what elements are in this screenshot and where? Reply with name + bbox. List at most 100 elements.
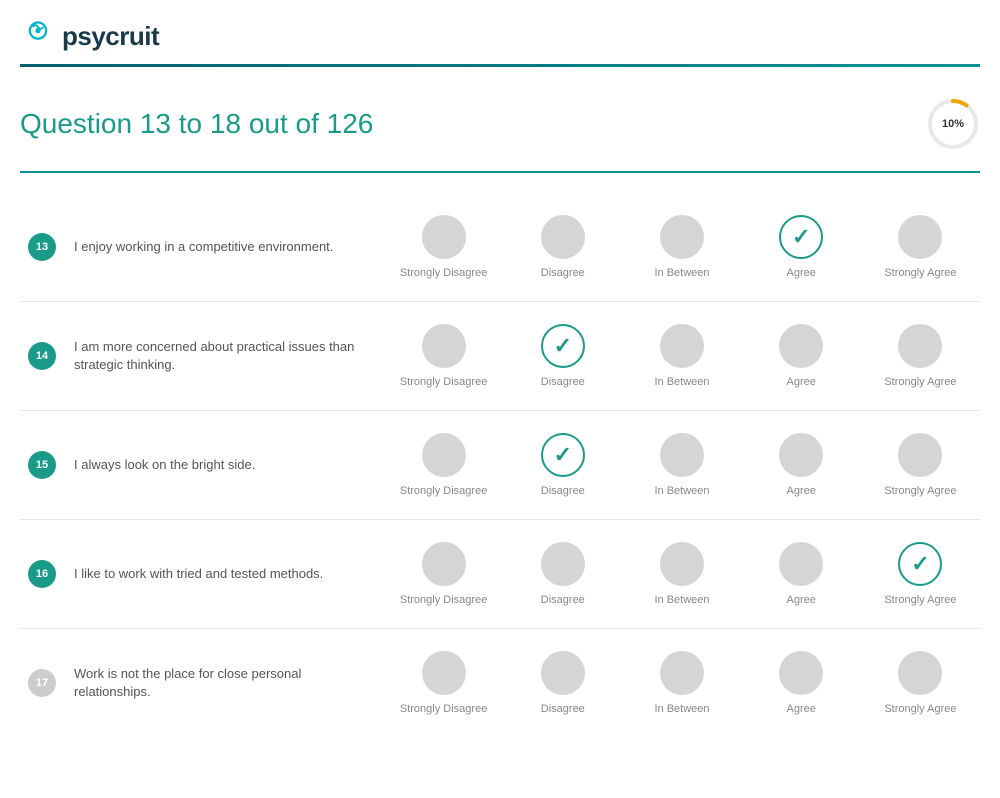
question-number-col: 14 <box>20 342 64 370</box>
option-cell: Strongly Agree <box>861 320 980 392</box>
option-label: In Between <box>654 485 709 497</box>
question-row: 13I enjoy working in a competitive envir… <box>20 193 980 302</box>
option-circle-strongly-disagree[interactable] <box>422 433 466 477</box>
option-cell: Strongly Disagree <box>384 211 503 283</box>
progress-circle: 10% <box>926 97 980 151</box>
question-text: I am more concerned about practical issu… <box>74 338 374 374</box>
progress-circle-wrapper: 10% <box>926 97 980 151</box>
option-circle-in-between[interactable] <box>660 542 704 586</box>
option-circle-agree[interactable] <box>779 651 823 695</box>
option-circle-strongly-disagree[interactable] <box>422 324 466 368</box>
question-number-bubble: 15 <box>28 451 56 479</box>
option-cell: In Between <box>622 647 741 719</box>
option-circle-in-between[interactable] <box>660 215 704 259</box>
options-col: Strongly Disagree ✓ Disagree In Between Agre… <box>384 320 980 392</box>
option-circle-in-between[interactable] <box>660 324 704 368</box>
option-cell: ✓Disagree <box>503 429 622 501</box>
option-circle-in-between[interactable] <box>660 433 704 477</box>
question-row: 14 I am more concerned about practical is… <box>20 302 980 411</box>
option-label: Agree <box>787 267 816 279</box>
option-cell: Strongly Disagree <box>384 538 503 610</box>
options-col: Strongly Disagree✓Disagree In Between Agre… <box>384 429 980 501</box>
option-circle-disagree[interactable] <box>541 651 585 695</box>
option-circle-in-between[interactable] <box>660 651 704 695</box>
option-circle-disagree[interactable] <box>541 542 585 586</box>
option-circle-agree[interactable]: ✓ <box>779 215 823 259</box>
option-label: In Between <box>654 267 709 279</box>
option-label: Disagree <box>541 376 585 388</box>
option-label: Strongly Disagree <box>400 703 487 715</box>
option-cell: Strongly Agree <box>861 429 980 501</box>
question-text: I always look on the bright side. <box>74 456 374 474</box>
checkmark-icon: ✓ <box>792 226 810 248</box>
option-circle-strongly-agree[interactable] <box>898 324 942 368</box>
question-row: 17 Work is not the place for close person… <box>20 629 980 737</box>
option-cell: Strongly Agree <box>861 211 980 283</box>
option-label: Strongly Disagree <box>400 267 487 279</box>
option-label: Agree <box>787 594 816 606</box>
option-cell: Strongly Disagree <box>384 647 503 719</box>
option-label: Agree <box>787 485 816 497</box>
questions-container: 13I enjoy working in a competitive envir… <box>20 183 980 747</box>
checkmark-icon: ✓ <box>554 335 572 357</box>
option-circle-strongly-agree[interactable] <box>898 651 942 695</box>
option-cell: Agree <box>742 647 861 719</box>
option-cell: In Between <box>622 320 741 392</box>
option-label: In Between <box>654 376 709 388</box>
logo-icon <box>20 18 56 54</box>
option-cell: In Between <box>622 538 741 610</box>
option-circle-strongly-disagree[interactable] <box>422 651 466 695</box>
option-circle-strongly-agree[interactable] <box>898 433 942 477</box>
option-cell: ✓ Disagree <box>503 320 622 392</box>
options-col: Strongly Disagree Disagree In Between Agree… <box>384 647 980 719</box>
option-label: Strongly Agree <box>884 376 956 388</box>
option-label: In Between <box>654 703 709 715</box>
option-cell: Agree <box>742 429 861 501</box>
option-circle-strongly-agree[interactable]: ✓ <box>898 542 942 586</box>
section-divider <box>20 171 980 173</box>
logo: psycruit <box>20 18 159 54</box>
header: psycruit <box>20 0 980 64</box>
question-text: I enjoy working in a competitive environ… <box>74 238 374 256</box>
option-label: Disagree <box>541 703 585 715</box>
question-text: Work is not the place for close personal… <box>74 665 374 701</box>
option-circle-strongly-agree[interactable] <box>898 215 942 259</box>
question-number-bubble: 17 <box>28 669 56 697</box>
option-circle-agree[interactable] <box>779 433 823 477</box>
question-text: I like to work with tried and tested met… <box>74 565 374 583</box>
option-cell: ✓ Agree <box>742 211 861 283</box>
option-circle-strongly-disagree[interactable] <box>422 215 466 259</box>
option-circle-strongly-disagree[interactable] <box>422 542 466 586</box>
logo-text: psycruit <box>62 21 159 52</box>
question-row: 16 I like to work with tried and tested m… <box>20 520 980 629</box>
question-number-col: 15 <box>20 451 64 479</box>
question-number-bubble: 16 <box>28 560 56 588</box>
option-label: In Between <box>654 594 709 606</box>
page-title: Question 13 to 18 out of 126 <box>20 108 373 140</box>
options-col: Strongly Disagree Disagree In Between ✓ Agre… <box>384 211 980 283</box>
option-circle-agree[interactable] <box>779 324 823 368</box>
question-number-col: 16 <box>20 560 64 588</box>
option-circle-disagree[interactable] <box>541 215 585 259</box>
option-cell: Strongly Disagree <box>384 429 503 501</box>
option-circle-disagree[interactable]: ✓ <box>541 324 585 368</box>
option-label: Strongly Agree <box>884 267 956 279</box>
question-number-col: 17 <box>20 669 64 697</box>
option-cell: Agree <box>742 538 861 610</box>
checkmark-icon: ✓ <box>554 444 572 466</box>
option-label: Disagree <box>541 267 585 279</box>
option-cell: In Between <box>622 429 741 501</box>
progress-label: 10% <box>942 118 964 130</box>
option-cell: Agree <box>742 320 861 392</box>
progress-section: Question 13 to 18 out of 126 10% <box>20 67 980 161</box>
option-label: Strongly Agree <box>884 703 956 715</box>
option-circle-agree[interactable] <box>779 542 823 586</box>
option-circle-disagree[interactable]: ✓ <box>541 433 585 477</box>
option-cell: Strongly Disagree <box>384 320 503 392</box>
option-cell: In Between <box>622 211 741 283</box>
question-row: 15 I always look on the bright side. Stron… <box>20 411 980 520</box>
option-label: Strongly Agree <box>884 485 956 497</box>
option-cell: Disagree <box>503 538 622 610</box>
option-label: Strongly Disagree <box>400 594 487 606</box>
option-label: Agree <box>787 703 816 715</box>
